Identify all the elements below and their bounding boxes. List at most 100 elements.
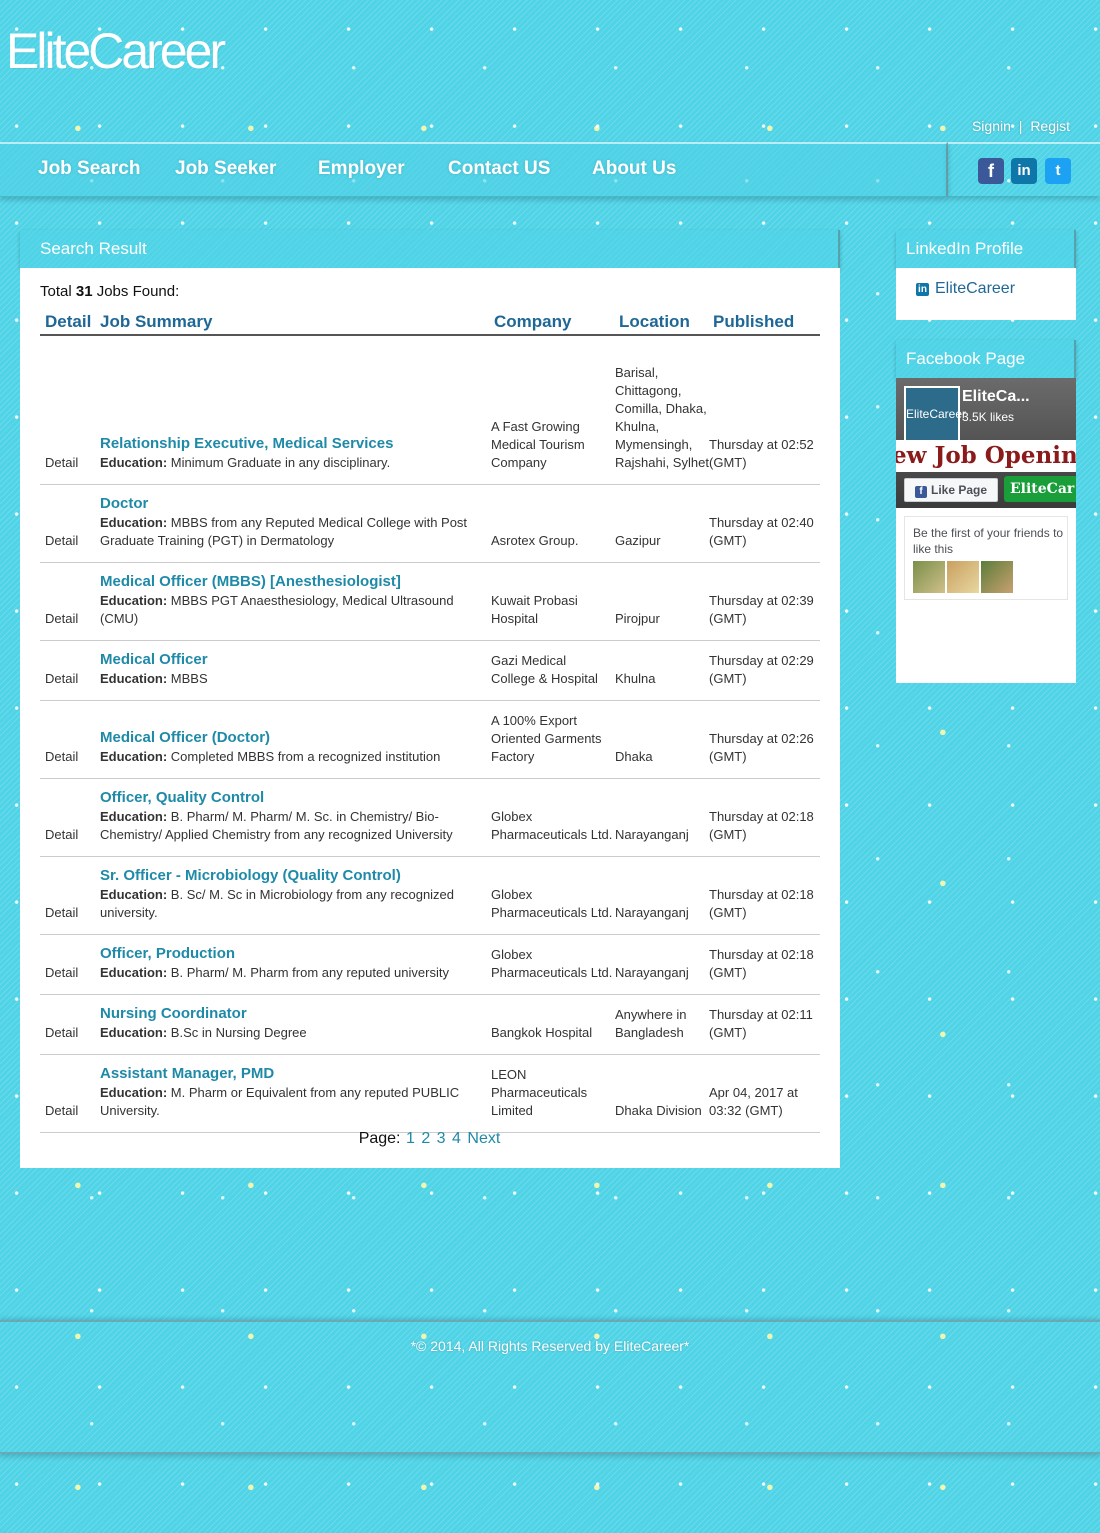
education-text: MBBS bbox=[170, 671, 208, 686]
education-label: Education: bbox=[100, 1085, 168, 1100]
education-label: Education: bbox=[100, 749, 168, 764]
page-3-link[interactable]: 3 bbox=[437, 1130, 446, 1147]
col-detail: Detail bbox=[45, 312, 92, 331]
detail-link[interactable]: Detail bbox=[45, 964, 95, 982]
detail-link[interactable]: Detail bbox=[45, 532, 95, 550]
table-row: Detail Relationship Executive, Medical Se… bbox=[40, 338, 820, 485]
job-title-link[interactable]: Sr. Officer - Microbiology (Quality Cont… bbox=[100, 866, 485, 886]
facebook-icon: f bbox=[914, 486, 927, 498]
site-logo[interactable]: EliteCareer bbox=[6, 22, 226, 80]
table-header: Detail Job Summary Company Location Publ… bbox=[40, 312, 820, 336]
total-jobs: Total 31 Jobs Found: bbox=[40, 283, 180, 300]
location-cell: Dhaka bbox=[615, 749, 653, 764]
location-cell: Anywhere in Bangladesh bbox=[615, 1007, 687, 1040]
location-cell: Narayanganj bbox=[615, 827, 689, 842]
education-label: Education: bbox=[100, 809, 168, 824]
company-cell: Asrotex Group. bbox=[491, 533, 579, 548]
nav-job-search[interactable]: Job Search bbox=[38, 158, 140, 180]
table-row: Detail Medical Officer (Doctor) Education:… bbox=[40, 700, 820, 779]
job-title-link[interactable]: Officer, Production bbox=[100, 944, 485, 964]
company-cell: Globex Pharmaceuticals Ltd. bbox=[491, 887, 613, 920]
company-cell: Gazi Medical College & Hospital bbox=[491, 653, 598, 686]
page-2-link[interactable]: 2 bbox=[421, 1130, 430, 1147]
nav-about-us[interactable]: About Us bbox=[592, 158, 676, 180]
twitter-icon[interactable]: t bbox=[1045, 158, 1071, 184]
published-cell: Thursday at 02:40 (GMT) bbox=[709, 515, 814, 548]
job-title-link[interactable]: Doctor bbox=[100, 494, 485, 514]
job-summary: Officer, Quality Control Education: B. Ph… bbox=[100, 788, 485, 844]
auth-links: Signin | Regist bbox=[970, 118, 1072, 134]
elitecareer-cta-button[interactable]: EliteCar bbox=[1004, 476, 1076, 502]
linkedin-icon[interactable]: in bbox=[1011, 158, 1037, 184]
published-cell: Thursday at 02:26 (GMT) bbox=[709, 731, 814, 764]
linkedin-box: in EliteCareer bbox=[896, 268, 1076, 320]
page-4-link[interactable]: 4 bbox=[452, 1130, 461, 1147]
nav-employer[interactable]: Employer bbox=[318, 158, 405, 180]
facebook-heading: Facebook Page bbox=[896, 340, 1076, 378]
page-1-link[interactable]: 1 bbox=[406, 1130, 415, 1147]
location-cell: Gazipur bbox=[615, 533, 661, 548]
detail-link[interactable]: Detail bbox=[45, 670, 95, 688]
education-label: Education: bbox=[100, 671, 168, 686]
nav-contact-us[interactable]: Contact US bbox=[448, 158, 550, 180]
job-summary: Medical Officer (Doctor) Education: Compl… bbox=[100, 728, 485, 766]
job-title-link[interactable]: Medical Officer bbox=[100, 650, 485, 670]
signin-link[interactable]: Signin bbox=[972, 118, 1011, 134]
published-cell: Thursday at 02:52 (GMT) bbox=[709, 437, 814, 470]
friend-avatar[interactable] bbox=[947, 561, 979, 593]
detail-link[interactable]: Detail bbox=[45, 610, 95, 628]
table-row: Detail Medical Officer Education: MBBS Gazi… bbox=[40, 640, 820, 701]
detail-link[interactable]: Detail bbox=[45, 1102, 95, 1120]
linkedin-profile-link[interactable]: in EliteCareer bbox=[916, 280, 1015, 298]
job-title-link[interactable]: Relationship Executive, Medical Services bbox=[100, 434, 485, 454]
company-cell: Bangkok Hospital bbox=[491, 1025, 593, 1040]
col-location: Location bbox=[619, 312, 690, 331]
education-label: Education: bbox=[100, 1025, 168, 1040]
detail-link[interactable]: Detail bbox=[45, 454, 95, 472]
page-name[interactable]: EliteCa... bbox=[962, 388, 1030, 406]
education-label: Education: bbox=[100, 593, 168, 608]
search-results-panel: Total 31 Jobs Found: Detail Job Summary … bbox=[20, 268, 840, 1168]
next-page-link[interactable]: Next bbox=[467, 1130, 500, 1147]
education-label: Education: bbox=[100, 455, 168, 470]
main-nav: Job Search Job Seeker Employer Contact U… bbox=[0, 142, 948, 197]
job-title-link[interactable]: Assistant Manager, PMD bbox=[100, 1064, 485, 1084]
company-cell: A 100% Export Oriented Garments Factory bbox=[491, 713, 602, 764]
job-title-link[interactable]: Medical Officer (Doctor) bbox=[100, 728, 485, 748]
nav-job-seeker[interactable]: Job Seeker bbox=[175, 158, 276, 180]
job-title-link[interactable]: Medical Officer (MBBS) [Anesthesiologist… bbox=[100, 572, 485, 592]
job-title-link[interactable]: Officer, Quality Control bbox=[100, 788, 485, 808]
like-page-button[interactable]: f Like Page bbox=[904, 478, 998, 502]
detail-link[interactable]: Detail bbox=[45, 826, 95, 844]
job-summary: Relationship Executive, Medical Services… bbox=[100, 434, 485, 472]
register-link[interactable]: Regist bbox=[1030, 118, 1070, 134]
detail-link[interactable]: Detail bbox=[45, 904, 95, 922]
facebook-icon[interactable]: f bbox=[978, 158, 1004, 184]
table-row: Detail Assistant Manager, PMD Education: M… bbox=[40, 1054, 820, 1133]
job-summary: Doctor Education: MBBS from any Reputed M… bbox=[100, 494, 485, 550]
cover-banner: ew Job Openin bbox=[896, 440, 1076, 472]
linkedin-heading: LinkedIn Profile bbox=[896, 230, 1076, 268]
detail-link[interactable]: Detail bbox=[45, 1024, 95, 1042]
location-cell: Dhaka Division bbox=[615, 1103, 702, 1118]
job-summary: Assistant Manager, PMD Education: M. Phar… bbox=[100, 1064, 485, 1120]
friends-box: Be the first of your friends to like thi… bbox=[904, 516, 1068, 600]
friends-text: Be the first of your friends to like thi… bbox=[913, 526, 1064, 556]
published-cell: Thursday at 02:18 (GMT) bbox=[709, 809, 814, 842]
job-title-link[interactable]: Nursing Coordinator bbox=[100, 1004, 485, 1024]
published-cell: Thursday at 02:11 (GMT) bbox=[709, 1007, 813, 1040]
col-published: Published bbox=[713, 312, 795, 331]
published-cell: Apr 04, 2017 at 03:32 (GMT) bbox=[709, 1085, 798, 1118]
friend-avatar[interactable] bbox=[981, 561, 1013, 593]
job-summary: Sr. Officer - Microbiology (Quality Cont… bbox=[100, 866, 485, 922]
linkedin-icon: in bbox=[916, 283, 929, 296]
page-avatar[interactable]: EliteCareer bbox=[904, 386, 966, 442]
published-cell: Thursday at 02:18 (GMT) bbox=[709, 887, 814, 920]
table-row: Detail Nursing Coordinator Education: B.Sc… bbox=[40, 994, 820, 1055]
detail-link[interactable]: Detail bbox=[45, 748, 95, 766]
education-label: Education: bbox=[100, 515, 168, 530]
col-company: Company bbox=[494, 312, 572, 331]
friend-avatar[interactable] bbox=[913, 561, 945, 593]
education-label: Education: bbox=[100, 965, 168, 980]
facebook-page-card: EliteCareer EliteCa... 3.5K likes ew Job… bbox=[896, 378, 1076, 508]
